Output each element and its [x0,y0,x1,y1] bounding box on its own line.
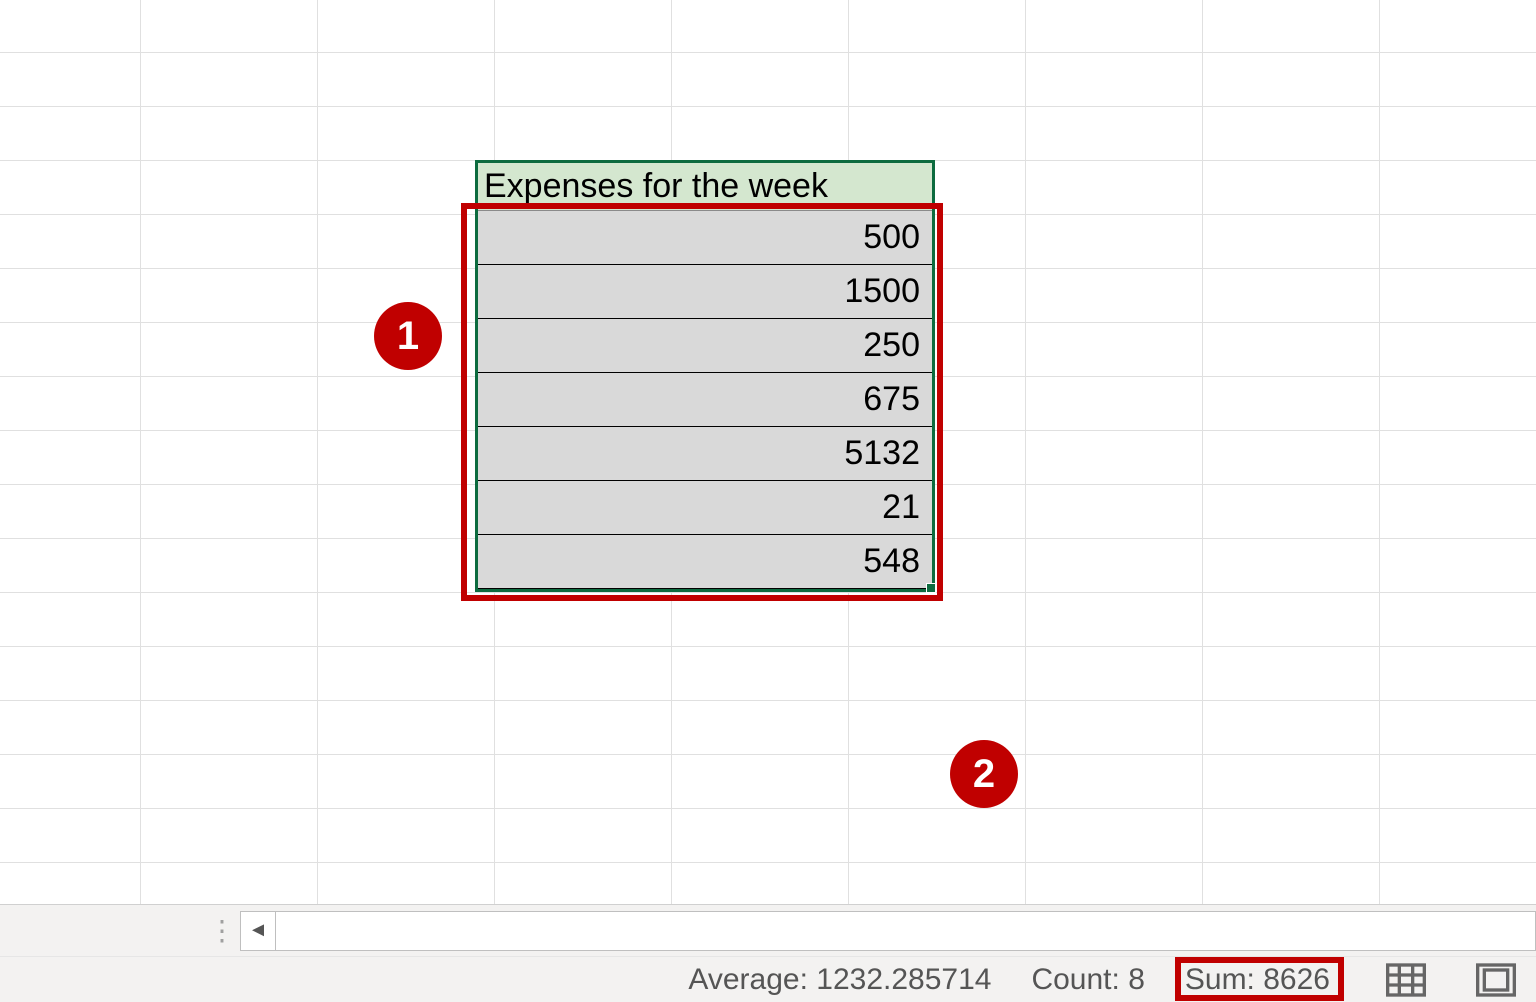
grid-view-icon [1386,963,1426,997]
horizontal-scrollbar[interactable] [276,911,1536,951]
table-header-cell[interactable]: Expenses for the week [478,163,932,211]
table-row[interactable]: 21 [478,481,932,535]
page-layout-view-button[interactable] [1474,960,1518,1000]
status-bar: Average: 1232.285714 Count: 8 Sum: 8626 [0,956,1536,1002]
average-label: Average: [688,963,808,996]
selected-range[interactable]: Expenses for the week 500 1500 250 675 5… [475,160,935,592]
sum-label: Sum: [1185,963,1255,996]
sum-value: 8626 [1263,963,1330,996]
count-value: 8 [1128,963,1145,996]
view-buttons [1384,960,1518,1000]
table-row[interactable]: 675 [478,373,932,427]
normal-view-button[interactable] [1384,960,1428,1000]
scroll-left-button[interactable]: ◄ [240,911,276,951]
fill-handle[interactable] [926,583,936,593]
drag-handle-icon[interactable]: ⋮ [208,914,228,947]
count-label: Count: [1031,963,1119,996]
table-row[interactable]: 250 [478,319,932,373]
table-row[interactable]: 548 [478,535,932,589]
status-average[interactable]: Average: 1232.285714 [688,963,991,997]
status-stats: Average: 1232.285714 Count: 8 Sum: 8626 [688,963,1330,997]
table-row[interactable]: 5132 [478,427,932,481]
table-row[interactable]: 500 [478,211,932,265]
spreadsheet-area[interactable]: Expenses for the week 500 1500 250 675 5… [0,0,1536,904]
sheet-tab-strip: ⋮ ◄ [0,904,1536,956]
status-sum[interactable]: Sum: 8626 [1185,963,1330,997]
status-count[interactable]: Count: 8 [1031,963,1144,997]
table-row[interactable]: 1500 [478,265,932,319]
caret-left-icon: ◄ [248,919,268,942]
average-value: 1232.285714 [816,963,991,996]
page-layout-icon [1476,963,1516,997]
